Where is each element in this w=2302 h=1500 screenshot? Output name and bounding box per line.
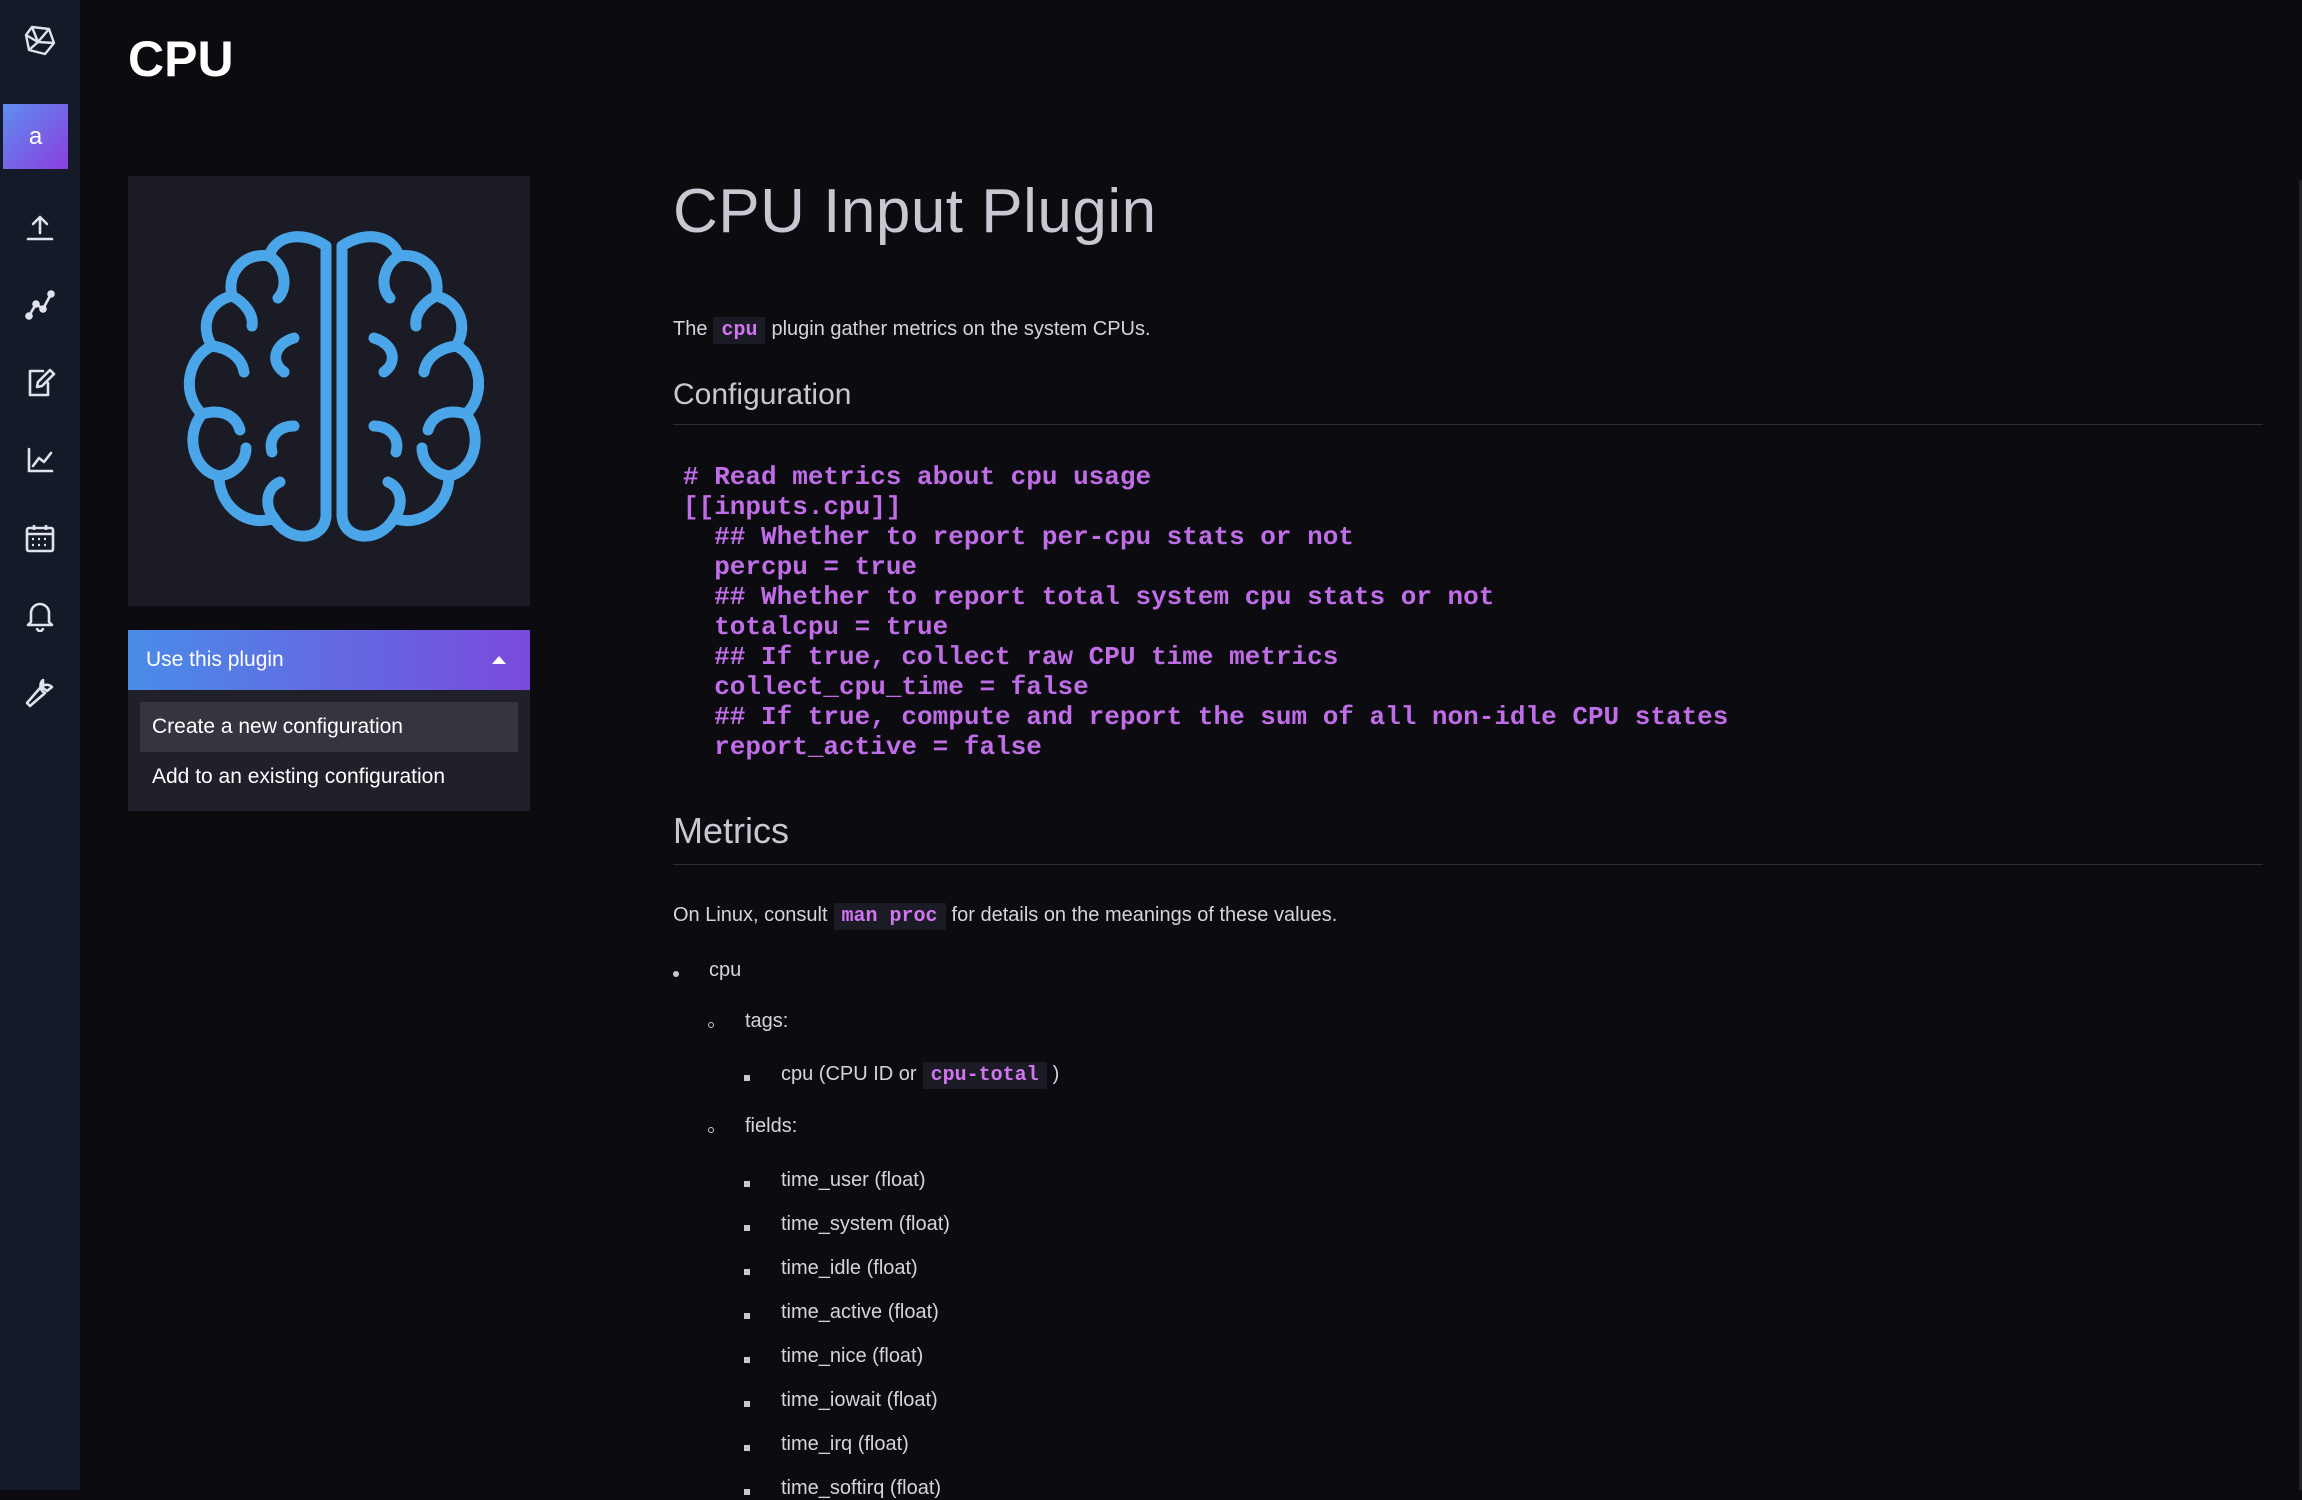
bullet-square — [744, 1075, 750, 1081]
notebook-icon[interactable] — [0, 353, 80, 413]
brain-icon — [183, 231, 484, 542]
org-initial: a — [28, 122, 43, 150]
list-item-field: time_idle (float) — [781, 1257, 918, 1279]
list-item-field: time_system (float) — [781, 1213, 950, 1235]
calendar-icon[interactable] — [0, 508, 80, 568]
tag-close: ) — [1052, 1063, 1060, 1085]
readme-title: CPU Input Plugin — [673, 177, 1157, 246]
tag-text: cpu (CPU ID or — [781, 1063, 917, 1085]
list-item-field: time_user (float) — [781, 1169, 926, 1191]
inline-code: cpu-total — [922, 1062, 1047, 1089]
list-item-field: time_nice (float) — [781, 1345, 924, 1367]
logo-icon[interactable] — [0, 10, 80, 70]
bullet-circle — [708, 1022, 714, 1028]
list-item-field: time_iowait (float) — [781, 1389, 938, 1411]
use-plugin-button[interactable]: Use this plugin — [128, 630, 530, 690]
caret-up-icon — [492, 656, 506, 664]
bullet-square — [744, 1445, 750, 1451]
list-item-tag-cpu: cpu (CPU ID or cpu-total) — [781, 1062, 1060, 1089]
bullet-disc — [673, 971, 679, 977]
list-item-tags: tags: — [745, 1010, 789, 1032]
intro-text: The — [673, 318, 708, 340]
metrics-intro-text: On Linux, consult — [673, 904, 828, 926]
bullet-circle — [708, 1127, 714, 1133]
bullet-square — [744, 1401, 750, 1407]
use-plugin-label: Use this plugin — [146, 648, 284, 671]
bullet-square — [744, 1269, 750, 1275]
list-item-field: time_irq (float) — [781, 1433, 909, 1455]
wrench-icon[interactable] — [0, 663, 80, 723]
menu-item-create-config[interactable]: Create a new configuration — [140, 702, 518, 752]
list-item-field: time_softirq (float) — [781, 1477, 942, 1499]
bullet-square — [744, 1357, 750, 1363]
plugin-logo-card — [128, 176, 530, 606]
inline-code: man proc — [833, 903, 946, 930]
side-nav: a — [0, 0, 80, 1490]
intro-text-rest: plugin gather metrics on the system CPUs… — [771, 318, 1151, 340]
readme-intro: The cpu plugin gather metrics on the syste… — [673, 317, 1151, 344]
menu-item-add-existing-config[interactable]: Add to an existing configuration — [140, 752, 518, 802]
upload-icon[interactable] — [0, 198, 80, 258]
list-item-field: time_active (float) — [781, 1301, 939, 1323]
config-code-block: # Read metrics about cpu usage [[inputs.… — [683, 462, 1729, 762]
chart-icon[interactable] — [0, 430, 80, 490]
bell-icon[interactable] — [0, 585, 80, 645]
bullet-square — [744, 1181, 750, 1187]
list-item-fields: fields: — [745, 1115, 798, 1137]
bullet-square — [744, 1313, 750, 1319]
plugin-menu: Create a new configuration Add to an exi… — [128, 690, 530, 811]
metrics-intro: On Linux, consult man proc for details on … — [673, 903, 1338, 930]
metrics-intro-text-rest: for details on the meanings of these val… — [951, 904, 1338, 926]
bullet-square — [744, 1225, 750, 1231]
page-title: CPU — [128, 31, 234, 87]
configuration-heading: Configuration — [673, 378, 2263, 425]
org-avatar[interactable]: a — [3, 104, 68, 169]
metrics-heading: Metrics — [673, 810, 2263, 865]
graph-icon[interactable] — [0, 275, 80, 335]
inline-code: cpu — [713, 317, 766, 344]
list-item-measurement: cpu — [709, 959, 742, 981]
